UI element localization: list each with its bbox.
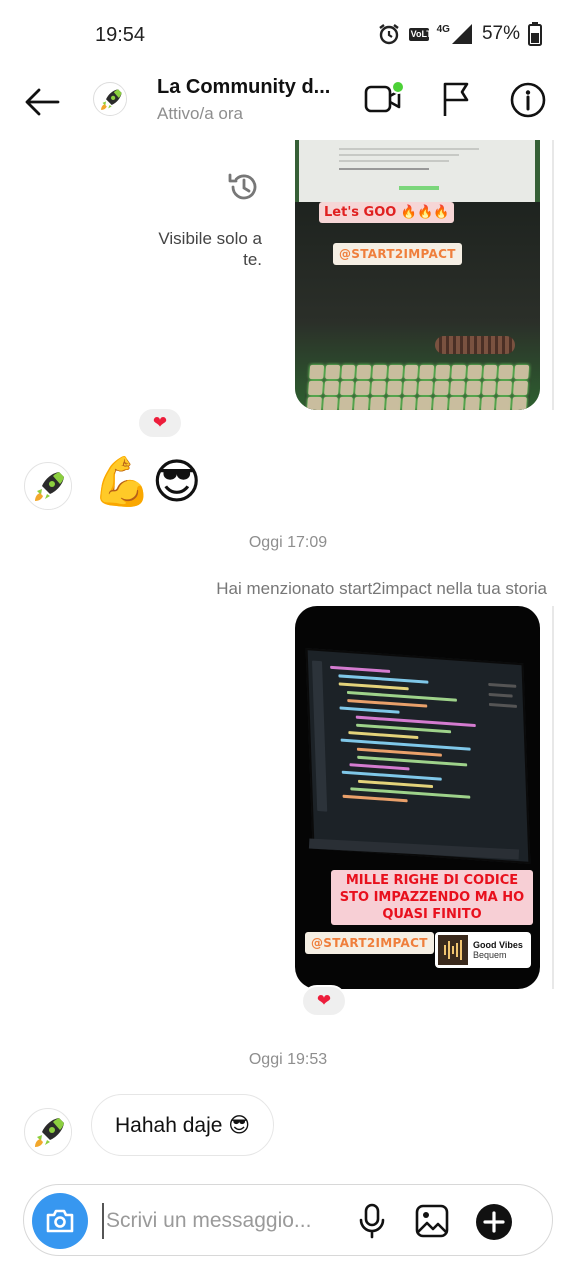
arrow-left-icon [25, 88, 60, 116]
heart-reaction[interactable]: ❤ [301, 985, 347, 1017]
sticker-caption: MILLE RIGHE DI CODICE STO IMPAZZENDO MA … [331, 870, 533, 925]
rocket-logo-icon [26, 464, 71, 509]
more-options-button[interactable] [475, 1203, 513, 1241]
mention-note: Hai menzionato start2impact nella tua st… [216, 579, 547, 598]
signal-icon [451, 24, 472, 44]
alarm-icon [378, 24, 399, 45]
status-time: 19:54 [95, 24, 146, 46]
message-bubble[interactable]: Hahah daje 😎 [91, 1094, 275, 1156]
info-icon [510, 82, 546, 118]
voice-message-button[interactable] [357, 1203, 387, 1239]
status-icons: VoLTE 4G 57% [377, 22, 542, 46]
sticker-lets-go: Let's GOO 🔥🔥🔥 [319, 202, 455, 223]
story-preview-1[interactable]: Let's GOO 🔥🔥🔥 @START2IMPACT [295, 140, 540, 410]
story-photo-screen [299, 140, 535, 202]
battery-percent: 57% [481, 23, 520, 44]
online-indicator [391, 80, 405, 94]
message-input[interactable] [102, 1203, 342, 1239]
sender-avatar[interactable] [24, 462, 72, 510]
chat-avatar[interactable] [93, 82, 127, 116]
message-composer [23, 1184, 553, 1256]
story-divider [552, 606, 554, 989]
microphone-icon [359, 1203, 385, 1239]
sticker-mention: @START2IMPACT [333, 243, 462, 265]
keyboard-cable [435, 336, 515, 354]
status-bar: 19:54 VoLTE 4G 57% [0, 0, 576, 72]
rocket-logo-icon [26, 1110, 71, 1155]
emoji-message[interactable]: 💪😎 [92, 454, 202, 510]
sender-avatar[interactable] [24, 1108, 72, 1156]
visibility-note: Visibile solo a te. [158, 229, 262, 269]
chat-status: Attivo/a ora [157, 104, 243, 123]
timestamp: Oggi 17:09 [248, 534, 328, 551]
network-type: 4G [436, 23, 450, 35]
music-sticker: Good Vibes Bequem [435, 932, 531, 968]
sticker-mention: @START2IMPACT [305, 932, 434, 954]
back-button[interactable] [22, 82, 62, 122]
battery-icon [528, 22, 542, 46]
video-call-button[interactable] [363, 80, 407, 120]
plus-circle-icon [476, 1204, 512, 1240]
heart-reaction[interactable]: ❤ [137, 407, 183, 439]
heart-icon: ❤ [152, 413, 168, 432]
story-photo-monitor [305, 648, 531, 864]
chat-header: La Community d... Attivo/a ora [0, 72, 576, 140]
music-title: Good Vibes [473, 940, 523, 950]
camera-icon [46, 1209, 74, 1233]
gallery-button[interactable] [414, 1203, 450, 1239]
story-preview-2[interactable]: MILLE RIGHE DI CODICE STO IMPAZZENDO MA … [295, 606, 540, 989]
story-photo-desk [295, 202, 540, 410]
info-button[interactable] [508, 80, 548, 120]
message-text: Hahah daje 😎 [115, 1113, 251, 1137]
music-art-icon [438, 935, 468, 965]
report-button[interactable] [440, 80, 476, 120]
chat-title[interactable]: La Community d... [157, 76, 337, 99]
music-artist: Bequem [473, 950, 507, 960]
timestamp: Oggi 19:53 [248, 1051, 328, 1068]
volte-badge: VoLTE [408, 27, 438, 41]
flag-icon [443, 82, 469, 116]
story-divider [552, 140, 554, 410]
camera-button[interactable] [32, 1193, 88, 1249]
keyboard-image [302, 362, 533, 410]
heart-icon: ❤ [316, 991, 332, 1010]
rocket-logo-icon [94, 83, 126, 115]
history-icon [228, 173, 257, 200]
gallery-icon [415, 1204, 449, 1238]
